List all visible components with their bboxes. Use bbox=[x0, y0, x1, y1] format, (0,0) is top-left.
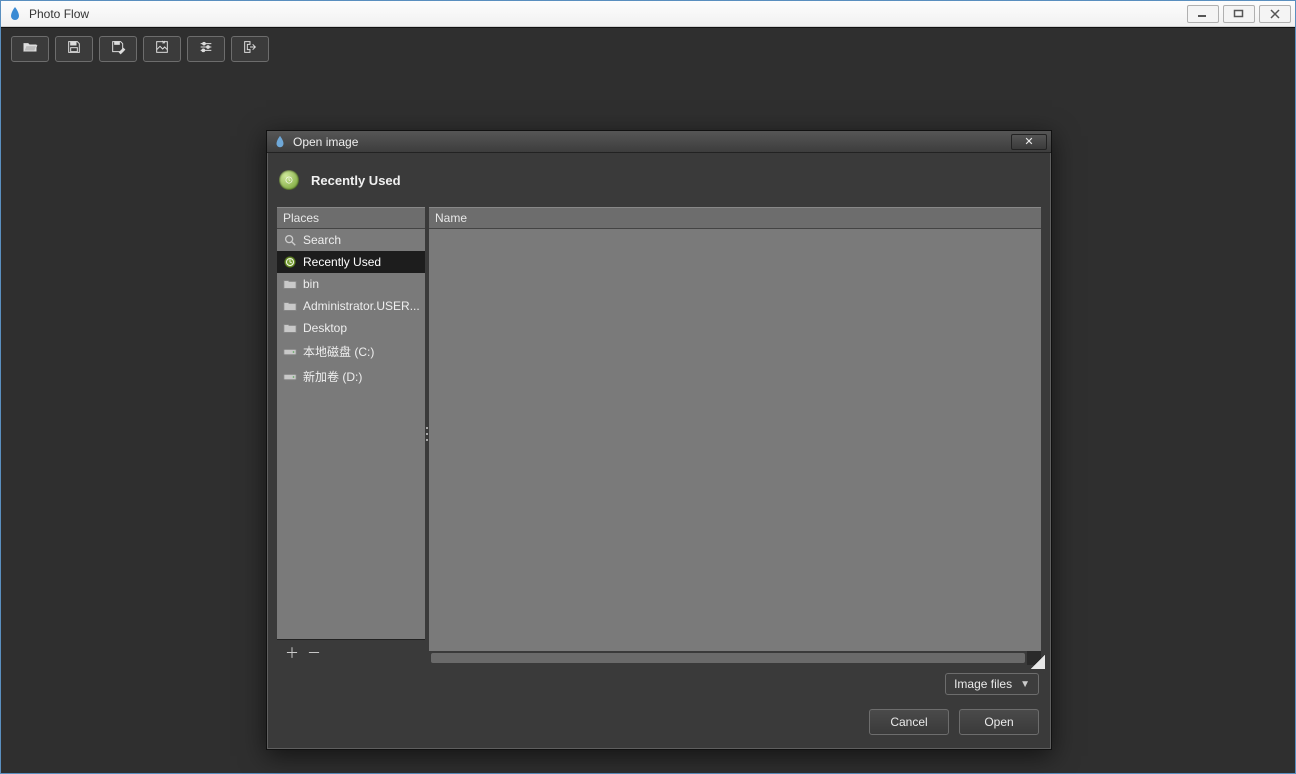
filter-label: Image files bbox=[954, 677, 1012, 691]
folder-icon bbox=[283, 277, 297, 291]
places-item[interactable]: bin bbox=[277, 273, 425, 295]
app-body: Open image ✕ Recently Used Places Search… bbox=[1, 27, 1295, 773]
folder-icon bbox=[283, 299, 297, 313]
plus-icon: ＋ bbox=[285, 645, 299, 661]
close-button[interactable] bbox=[1259, 5, 1291, 23]
settings-button[interactable] bbox=[187, 36, 225, 62]
drive-icon bbox=[283, 370, 297, 384]
drive-icon bbox=[283, 345, 297, 359]
maximize-button[interactable] bbox=[1223, 5, 1255, 23]
places-item[interactable]: Administrator.USER... bbox=[277, 295, 425, 317]
save-icon bbox=[66, 39, 82, 60]
places-item-label: Recently Used bbox=[303, 255, 381, 269]
scrollbar-thumb[interactable] bbox=[431, 653, 1025, 663]
save-edit-icon bbox=[110, 39, 126, 60]
places-list: Search Recently Used bin Administrator.USER… bbox=[277, 229, 425, 639]
close-icon: ✕ bbox=[1024, 135, 1033, 148]
minimize-button[interactable] bbox=[1187, 5, 1219, 23]
places-item[interactable]: 本地磁盘 (C:) bbox=[277, 339, 425, 364]
minus-icon: － bbox=[307, 645, 321, 661]
pane-splitter[interactable] bbox=[424, 425, 429, 443]
recent-icon bbox=[279, 170, 299, 190]
file-list-header-name[interactable]: Name bbox=[429, 207, 1041, 229]
places-footer: ＋ － bbox=[277, 639, 425, 665]
places-item[interactable]: Search bbox=[277, 229, 425, 251]
exit-button[interactable] bbox=[231, 36, 269, 62]
folder-icon bbox=[283, 321, 297, 335]
filter-row: Image files ▼ bbox=[267, 665, 1051, 695]
file-browser: Places Search Recently Used bin Administrat… bbox=[267, 207, 1051, 665]
dialog-close-button[interactable]: ✕ bbox=[1011, 134, 1047, 150]
places-item-label: bin bbox=[303, 277, 319, 291]
open-button[interactable]: Open bbox=[959, 709, 1039, 735]
window-controls bbox=[1183, 5, 1291, 23]
image-export-icon bbox=[154, 39, 170, 60]
cancel-button[interactable]: Cancel bbox=[869, 709, 949, 735]
dialog-title: Open image bbox=[293, 135, 1011, 149]
places-header: Places bbox=[277, 207, 425, 229]
app-titlebar[interactable]: Photo Flow bbox=[1, 1, 1295, 27]
search-icon bbox=[283, 233, 297, 247]
dialog-icon bbox=[273, 135, 287, 149]
open-button[interactable] bbox=[11, 36, 49, 62]
places-item-label: Desktop bbox=[303, 321, 347, 335]
places-item[interactable]: 新加卷 (D:) bbox=[277, 364, 425, 389]
exit-icon bbox=[242, 39, 258, 60]
save-button[interactable] bbox=[55, 36, 93, 62]
dialog-body: Recently Used Places Search Recently Used… bbox=[267, 153, 1051, 749]
app-title: Photo Flow bbox=[29, 7, 1183, 21]
app-window: Photo Flow bbox=[0, 0, 1296, 774]
add-bookmark-button[interactable]: ＋ bbox=[285, 646, 299, 660]
open-image-dialog: Open image ✕ Recently Used Places Search… bbox=[266, 130, 1052, 750]
file-type-filter[interactable]: Image files ▼ bbox=[945, 673, 1039, 695]
main-toolbar bbox=[11, 36, 269, 62]
file-list[interactable] bbox=[429, 229, 1041, 651]
save-as-button[interactable] bbox=[99, 36, 137, 62]
export-button[interactable] bbox=[143, 36, 181, 62]
recent-icon bbox=[283, 255, 297, 269]
path-bar: Recently Used bbox=[267, 153, 1051, 207]
remove-bookmark-button[interactable]: － bbox=[307, 646, 321, 660]
dialog-buttons: Cancel Open bbox=[267, 695, 1051, 749]
horizontal-scrollbar[interactable] bbox=[429, 651, 1041, 665]
app-icon bbox=[7, 6, 23, 22]
resize-handle[interactable] bbox=[1031, 655, 1045, 669]
places-item-label: 新加卷 (D:) bbox=[303, 368, 362, 385]
places-item-label: Administrator.USER... bbox=[303, 299, 420, 313]
places-panel: Places Search Recently Used bin Administrat… bbox=[277, 207, 425, 665]
dialog-titlebar[interactable]: Open image ✕ bbox=[267, 131, 1051, 153]
file-list-panel: Name bbox=[429, 207, 1041, 665]
places-item-label: Search bbox=[303, 233, 341, 247]
folder-open-icon bbox=[22, 39, 38, 60]
places-item[interactable]: Recently Used bbox=[277, 251, 425, 273]
path-label: Recently Used bbox=[311, 173, 401, 188]
places-item-label: 本地磁盘 (C:) bbox=[303, 343, 374, 360]
sliders-icon bbox=[198, 39, 214, 60]
chevron-down-icon: ▼ bbox=[1020, 679, 1030, 690]
places-item[interactable]: Desktop bbox=[277, 317, 425, 339]
